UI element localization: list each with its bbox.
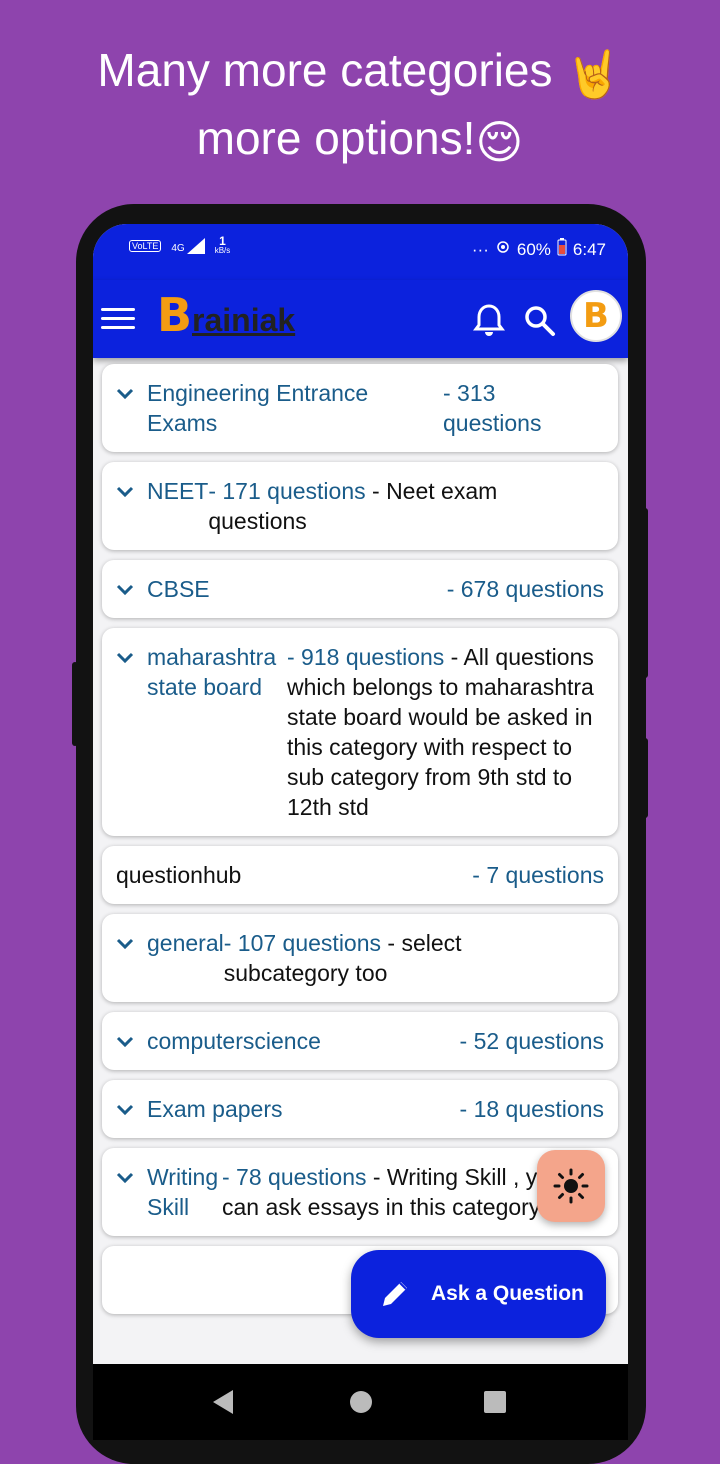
data-speed: 1 kB/s xyxy=(214,234,231,256)
chevron-down-icon[interactable] xyxy=(116,1036,134,1048)
home-icon[interactable] xyxy=(349,1388,373,1416)
avatar-letter: B xyxy=(583,296,609,336)
status-bar-left: VoLTE 4G 1 kB/s xyxy=(129,234,231,256)
promo-line-2-text: more options! xyxy=(196,111,476,164)
promo-heading: Many more categories 🤘 more options!😌 xyxy=(0,38,720,174)
back-icon[interactable] xyxy=(211,1388,237,1416)
category-card[interactable]: computerscience - 52 questions xyxy=(102,1012,618,1070)
category-name: Writing Skill xyxy=(147,1164,219,1220)
chevron-down-icon[interactable] xyxy=(116,938,134,950)
category-detail: - 918 questions - All questions which be… xyxy=(287,642,604,822)
phone-side-button-left xyxy=(72,662,78,746)
notification-bell-icon[interactable] xyxy=(471,302,507,338)
category-card[interactable]: general - 107 questions - select subcate… xyxy=(102,914,618,1002)
category-card[interactable]: questionhub - 7 questions xyxy=(102,846,618,904)
category-count: - 107 questions xyxy=(223,930,382,956)
recents-icon[interactable] xyxy=(483,1388,507,1416)
category-count: - 918 questions xyxy=(287,644,445,670)
ask-question-button[interactable]: Ask a Question xyxy=(351,1250,606,1338)
clock: 6:47 xyxy=(572,239,606,259)
hotspot-icon xyxy=(495,239,511,260)
category-name: computerscience xyxy=(147,1028,321,1054)
rock-hand-emoji-icon: 🤘 xyxy=(565,47,623,100)
battery-icon xyxy=(557,238,567,261)
phone-volume-button xyxy=(642,508,648,678)
chevron-down-icon[interactable] xyxy=(116,388,134,400)
category-card[interactable]: Exam papers - 18 questions xyxy=(102,1080,618,1138)
network-type-label: 4G xyxy=(171,243,185,254)
category-count: - 171 questions xyxy=(208,478,366,504)
sun-icon xyxy=(553,1168,589,1204)
category-name: Engineering Entrance Exams xyxy=(147,380,369,436)
category-detail: - 171 questions - Neet exam questions xyxy=(208,476,588,536)
promo-line-1-text: Many more categories xyxy=(97,44,553,96)
category-name: NEET xyxy=(147,478,209,504)
data-speed-value: 1 xyxy=(219,234,226,248)
chevron-down-icon[interactable] xyxy=(116,652,134,664)
more-status-icon: ··· xyxy=(471,239,489,259)
category-name: general xyxy=(147,930,224,956)
phone-power-button xyxy=(642,738,648,818)
category-card[interactable]: maharashtra state board - 918 questions … xyxy=(102,628,618,836)
category-count: - 18 questions xyxy=(459,1096,604,1122)
battery-percent: 60% xyxy=(516,239,551,259)
menu-icon[interactable] xyxy=(101,302,135,332)
relieved-face-emoji-icon: 😌 xyxy=(475,115,524,168)
avatar[interactable]: B xyxy=(570,290,622,342)
category-detail: - 107 questions - select subcategory too xyxy=(224,928,524,988)
signal-icon: 4G xyxy=(171,238,205,254)
category-name: questionhub xyxy=(116,862,242,888)
brand-logo-icon: B xyxy=(157,288,192,342)
promo-line-1: Many more categories 🤘 xyxy=(0,38,720,106)
category-name: maharashtra state board xyxy=(147,644,277,700)
category-description: - All questions which belongs to maharas… xyxy=(287,644,594,820)
status-bar: VoLTE 4G 1 kB/s ··· 60% 6:47 xyxy=(93,224,628,280)
data-speed-unit: kB/s xyxy=(214,246,231,255)
category-name: Exam papers xyxy=(147,1096,283,1122)
brand-name: rainiak xyxy=(192,302,296,338)
category-card[interactable]: NEET - 171 questions - Neet exam questio… xyxy=(102,462,618,550)
system-nav-bar xyxy=(93,1364,628,1440)
volte-icon: VoLTE xyxy=(129,240,162,252)
promo-line-2: more options!😌 xyxy=(0,106,720,174)
ask-question-label: Ask a Question xyxy=(431,1282,584,1305)
category-count: - 7 questions xyxy=(472,862,604,888)
category-card[interactable]: CBSE - 678 questions xyxy=(102,560,618,618)
chevron-down-icon[interactable] xyxy=(116,1172,134,1184)
chevron-down-icon[interactable] xyxy=(116,1104,134,1116)
phone-screen: VoLTE 4G 1 kB/s ··· 60% 6:47 B rainiak B… xyxy=(93,224,628,1440)
chevron-down-icon[interactable] xyxy=(116,486,134,498)
app-bar: B rainiak B xyxy=(93,280,628,358)
status-bar-right: ··· 60% 6:47 xyxy=(472,238,606,261)
category-card[interactable]: Engineering Entrance Exams - 313 questio… xyxy=(102,364,618,452)
pencil-icon xyxy=(383,1282,407,1306)
category-count: - 678 questions xyxy=(446,576,604,602)
search-icon[interactable] xyxy=(521,302,557,338)
logo-letter: B xyxy=(157,288,193,342)
category-count: - 78 questions xyxy=(222,1164,367,1190)
category-count: - 313 questions xyxy=(443,380,542,436)
category-count: - 52 questions xyxy=(459,1028,604,1054)
chevron-down-icon[interactable] xyxy=(116,584,134,596)
theme-toggle-button[interactable] xyxy=(537,1150,605,1222)
category-name: CBSE xyxy=(147,576,210,602)
